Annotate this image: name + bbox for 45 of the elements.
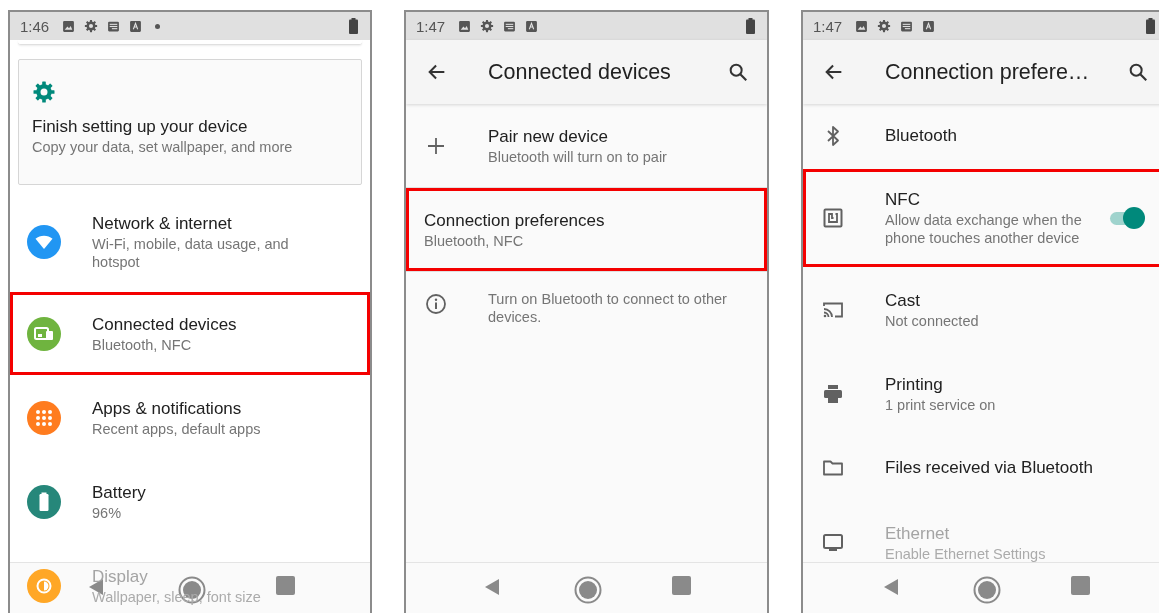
screen-title: Connected devices (488, 59, 672, 85)
search-icon[interactable] (1127, 61, 1149, 83)
screen-title: Connection prefere… (885, 59, 1091, 85)
settings-item[interactable]: Cast Not connected (803, 268, 1159, 351)
settings-item[interactable]: Network & internet Wi-Fi, mobile, data usage, and hotspot (10, 193, 370, 291)
status-time: 1:47 (813, 17, 843, 35)
gear-icon (480, 19, 495, 33)
battery-icon (1146, 18, 1155, 34)
search-icon[interactable] (727, 61, 749, 83)
settings-item[interactable]: Files received via Bluetooth (803, 436, 1159, 500)
image-icon (458, 19, 472, 33)
settings-item[interactable]: Battery 96% (10, 460, 370, 543)
card-subtitle: Copy your data, set wallpaper, and more (32, 138, 294, 156)
gear-icon (32, 80, 56, 104)
settings-item[interactable]: Connected devices Bluetooth, NFC (10, 292, 370, 375)
gear-icon (877, 19, 892, 33)
home-button[interactable] (574, 576, 602, 604)
gear-icon (84, 19, 99, 33)
notes-icon (900, 19, 914, 33)
settings-item[interactable]: Pair new device Bluetooth will turn on to pair (406, 104, 767, 187)
info-message: Turn on Bluetooth to connect to other devices. (406, 272, 767, 344)
status-time: 1:47 (416, 17, 446, 35)
image-icon (855, 19, 869, 33)
settings-item[interactable]: Printing 1 print service on (803, 352, 1159, 435)
suggestion-card[interactable]: Finish setting up your device Copy your data, set wallpaper, and more (18, 59, 362, 185)
battery-icon (746, 18, 755, 34)
settings-item[interactable]: NFC Allow data exchange when the phone touches another device (803, 169, 1159, 267)
notes-icon (503, 19, 517, 33)
recents-button[interactable] (275, 576, 295, 595)
toggle-switch[interactable] (1107, 205, 1147, 231)
image-icon (62, 19, 76, 33)
settings-item[interactable]: Apps & notifications Recent apps, default apps (10, 376, 370, 459)
home-button[interactable] (972, 576, 1001, 604)
notes-icon (107, 19, 121, 33)
letter-box-icon (922, 19, 936, 33)
status-time: 1:46 (20, 17, 50, 35)
nfc-icon (821, 206, 845, 230)
battery-icon (349, 18, 358, 34)
letter-box-icon (129, 19, 143, 33)
recents-button[interactable] (1070, 576, 1090, 595)
card-title: Finish setting up your device (32, 116, 249, 138)
info-icon (424, 292, 448, 316)
settings-item[interactable]: Connection preferences Bluetooth, NFC (406, 188, 767, 271)
settings-item[interactable]: Bluetooth (803, 104, 1159, 168)
letter-box-icon (525, 19, 539, 33)
